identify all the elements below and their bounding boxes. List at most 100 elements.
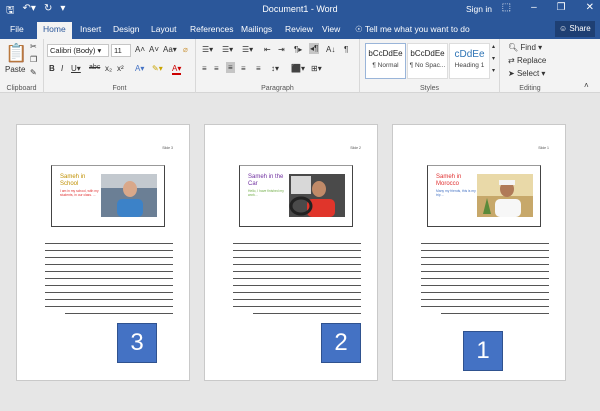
font-color-icon[interactable]: A▾ — [172, 64, 182, 75]
strikethrough-icon[interactable]: abc — [89, 64, 100, 71]
align-right-icon[interactable]: ≡ — [226, 62, 235, 73]
cut-icon[interactable]: ✂ — [30, 42, 37, 51]
editing-label: Editing — [519, 85, 541, 92]
shrink-font-icon[interactable]: A˅ — [149, 45, 159, 54]
clear-formatting-icon[interactable]: ⌀ — [183, 45, 188, 54]
multilevel-list-icon[interactable]: ☰▾ — [242, 45, 253, 54]
tab-home[interactable]: Home — [37, 22, 72, 39]
numbering-icon[interactable]: ☰▾ — [222, 45, 233, 54]
increase-indent-icon[interactable]: ⇥ — [278, 45, 285, 54]
cursor-icon: ➤ — [508, 69, 515, 78]
style-heading-1[interactable]: cDdEe Heading 1 — [449, 43, 490, 79]
slide-title: Sameh in Morocco — [436, 174, 462, 187]
tab-layout[interactable]: Layout — [151, 24, 177, 34]
page-number-box: 3 — [117, 323, 157, 363]
sign-in-link[interactable]: Sign in — [466, 4, 492, 14]
shading-icon[interactable]: ⬛▾ — [291, 64, 305, 73]
sort-icon[interactable]: A↓ — [326, 45, 335, 54]
tab-review[interactable]: Review — [285, 24, 313, 34]
slide-frame: Sameh in Morocco Many my friends, this i… — [427, 165, 541, 227]
decrease-indent-icon[interactable]: ⇤ — [264, 45, 271, 54]
ribbon-display-icon[interactable]: ⬚ — [502, 2, 511, 13]
show-marks-icon[interactable]: ¶ — [344, 45, 348, 54]
styles-label: Styles — [419, 85, 440, 92]
font-name-select[interactable]: Calibri (Body) ▾ — [47, 44, 109, 57]
underline-icon[interactable]: U▾ — [71, 64, 81, 73]
tab-mailings[interactable]: Mailings — [241, 24, 272, 34]
clipboard-group: 📋 Paste ✂ ❐ ✎ Clipboard — [0, 39, 44, 93]
tab-references[interactable]: References — [190, 24, 233, 34]
photo-image — [477, 174, 533, 217]
minimize-icon[interactable]: – — [531, 2, 537, 13]
style-no-spacing[interactable]: bCcDdEe ¶ No Spac... — [407, 43, 448, 79]
tab-file[interactable]: File — [10, 24, 24, 34]
distributed-icon[interactable]: ≡ — [256, 64, 261, 73]
slide-title: Sameh in the Car — [248, 174, 284, 187]
highlight-icon[interactable]: ✎▾ — [152, 64, 163, 73]
close-icon[interactable]: ✕ — [586, 2, 594, 13]
replace-button[interactable]: ⇄ Replace — [508, 56, 546, 65]
paragraph-group: ☰▾ ☰▾ ☰▾ ⇤ ⇥ ¶▸ ◂¶ A↓ ¶ ≡ ≡ ≡ ≡ ≡ ↕▾ ⬛▾ … — [196, 39, 360, 93]
font-group: Calibri (Body) ▾ 11 A˄ A˅ Aa▾ ⌀ B I U▾ a… — [44, 39, 196, 93]
grow-font-icon[interactable]: A˄ — [135, 45, 145, 54]
editing-group: 🔍︎ Find ▾ ⇄ Replace ➤ Select ▾ Editing — [500, 39, 560, 93]
tab-design[interactable]: Design — [113, 24, 139, 34]
paste-icon[interactable]: 📋 — [5, 43, 27, 64]
search-icon: 🔍︎ — [508, 43, 519, 52]
borders-icon[interactable]: ⊞▾ — [311, 64, 322, 73]
tab-insert[interactable]: Insert — [80, 24, 101, 34]
ribbon-tabs: File Home Insert Design Layout Reference… — [0, 20, 600, 39]
select-button[interactable]: ➤ Select ▾ — [508, 69, 545, 78]
paste-button[interactable]: Paste — [5, 65, 25, 74]
find-button[interactable]: 🔍︎ Find ▾ — [508, 43, 542, 52]
chevron-down-icon: ▾ — [97, 46, 102, 55]
line-spacing-icon[interactable]: ↕▾ — [271, 64, 279, 73]
share-button[interactable]: ☺ Share — [555, 21, 595, 37]
styles-scroll-up-icon[interactable]: ▴ — [492, 43, 495, 50]
subscript-icon[interactable]: x₂ — [105, 64, 112, 73]
page[interactable]: Slide 1 Sameh in Morocco Many my friends… — [392, 124, 566, 381]
collapse-ribbon-icon[interactable]: ˄ — [584, 81, 589, 90]
lightbulb-icon: ☉ — [355, 24, 363, 34]
page[interactable]: Slide 3 Sameh in School I am in my schoo… — [16, 124, 190, 381]
font-label: Font — [112, 85, 127, 92]
format-painter-icon[interactable]: ✎ — [30, 68, 37, 77]
page-number-header: Slide 3 — [162, 146, 173, 150]
slide-frame: Sameh in School I am in my school, with … — [51, 165, 165, 227]
clipboard-label: Clipboard — [6, 85, 37, 92]
bold-icon[interactable]: B — [49, 64, 55, 73]
page-number-box: 2 — [321, 323, 361, 363]
page-number-header: Slide 2 — [350, 146, 361, 150]
text-effects-icon[interactable]: A▾ — [135, 64, 144, 73]
style-normal[interactable]: bCcDdEe ¶ Normal — [365, 43, 406, 79]
tab-view[interactable]: View — [322, 24, 340, 34]
align-center-icon[interactable]: ≡ — [214, 64, 219, 73]
align-left-icon[interactable]: ≡ — [202, 64, 207, 73]
bullets-icon[interactable]: ☰▾ — [202, 45, 213, 54]
italic-icon[interactable]: I — [61, 64, 63, 73]
photo-image — [289, 174, 345, 217]
styles-more-icon[interactable]: ▾ — [492, 67, 495, 74]
page-number-box: 1 — [463, 331, 503, 371]
font-size-select[interactable]: 11 — [111, 44, 131, 57]
paragraph-label: Paragraph — [261, 85, 294, 92]
ltr-icon[interactable]: ¶▸ — [294, 45, 302, 54]
tell-me-search[interactable]: ☉ Tell me what you want to do — [355, 24, 470, 35]
maximize-icon[interactable]: ❐ — [557, 2, 566, 13]
slide-body: Many my friends, this is my trip ... — [436, 189, 476, 198]
change-case-icon[interactable]: Aa▾ — [163, 45, 177, 54]
styles-group: bCcDdEe ¶ Normal bCcDdEe ¶ No Spac... cD… — [360, 39, 500, 93]
justify-icon[interactable]: ≡ — [241, 64, 246, 73]
person-icon: ☺ — [559, 24, 568, 33]
photo-image — [101, 174, 157, 217]
styles-scroll-down-icon[interactable]: ▾ — [492, 55, 495, 62]
title-bar: 🖫 ↶▾ ↻ ▾ Document1 - Word Sign in ⬚ – ❐ … — [0, 0, 600, 20]
document-canvas: Slide 3 Sameh in School I am in my schoo… — [0, 94, 600, 411]
copy-icon[interactable]: ❐ — [30, 55, 37, 64]
rtl-icon[interactable]: ◂¶ — [309, 43, 320, 54]
superscript-icon[interactable]: x² — [117, 64, 124, 73]
page[interactable]: Slide 2 Sameh in the Car Hello, I have f… — [204, 124, 378, 381]
slide-body: I am in my school, with my students, in … — [60, 189, 99, 198]
replace-icon: ⇄ — [508, 56, 515, 65]
page-number-header: Slide 1 — [538, 146, 549, 150]
